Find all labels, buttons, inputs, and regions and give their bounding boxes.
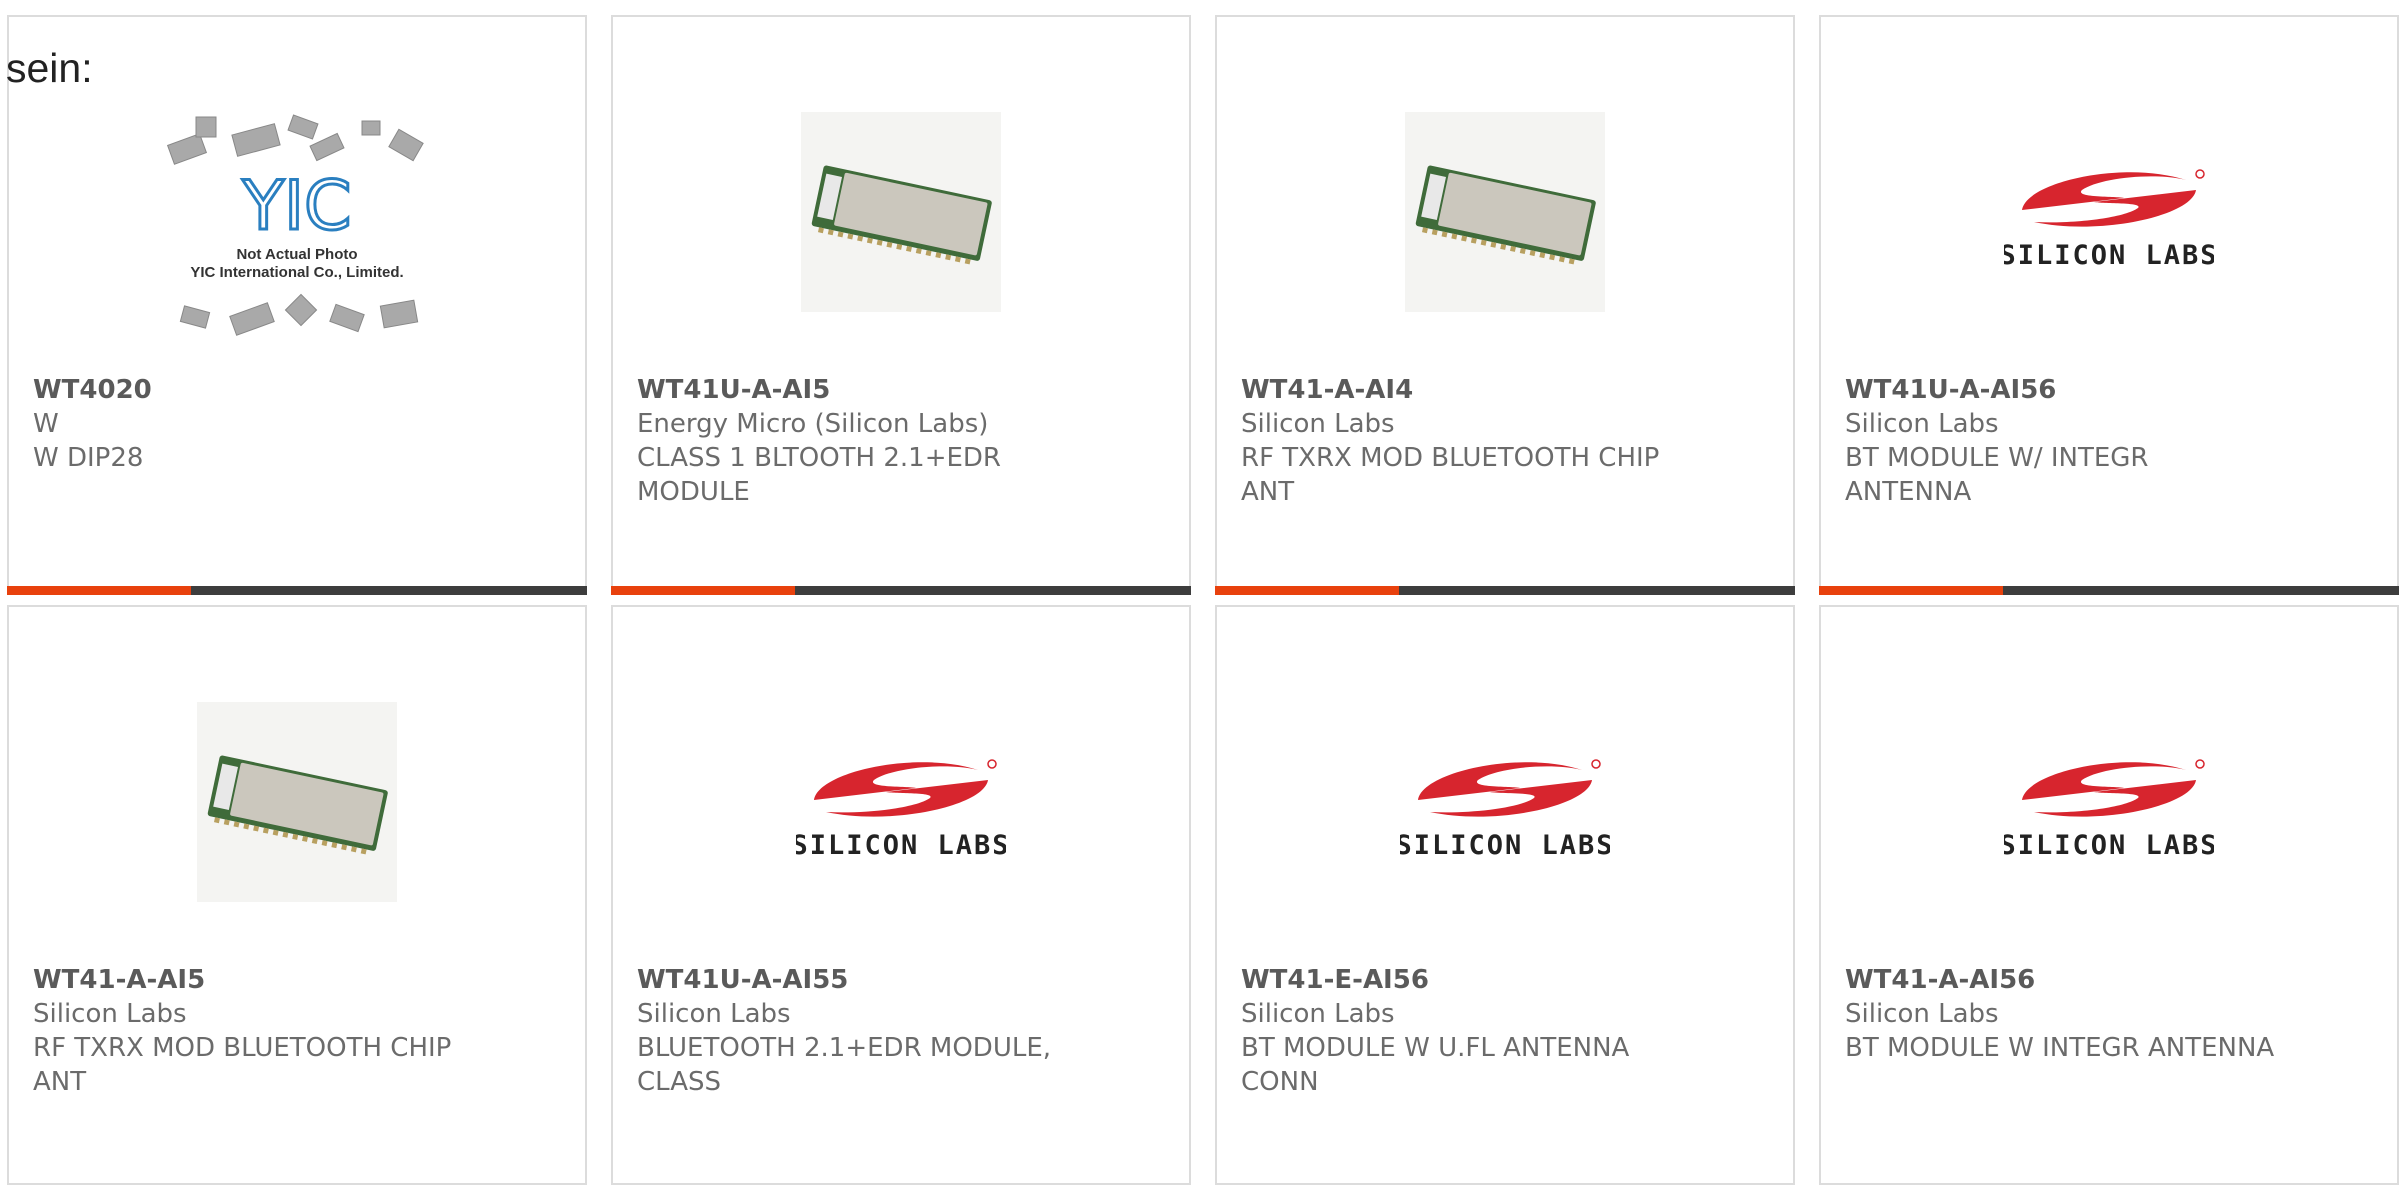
description-line: ANTENNA [1845,477,1972,507]
description-line: BT MODULE W INTEGR ANTENNA [1845,1033,2275,1063]
silicon-labs-logo: SILICON LABS [2004,759,2214,861]
product-image[interactable] [9,687,585,917]
card-bottom-bar [1215,586,1795,595]
card-accent-bar [611,586,795,595]
part-number-link[interactable]: WT41U-A-AI55 [637,963,1067,997]
product-card[interactable]: WT41-A-AI5 Silicon Labs RF TXRX MOD BLUETO… [7,605,587,1185]
manufacturer: Silicon Labs [637,999,791,1029]
lead-text: sein: [6,45,93,91]
product-info: WT41U-A-AI56 Silicon Labs BT MODULE W/ INT… [1845,373,2275,509]
card-bottom-bar [7,586,587,595]
manufacturer: Silicon Labs [1241,409,1395,439]
silicon-labs-logo-text: SILICON LABS [2004,830,2214,861]
product-info: WT41-E-AI56 Silicon Labs BT MODULE W U.FL … [1241,963,1671,1099]
placeholder-caption: Not Actual Photo [236,246,357,263]
part-number-link[interactable]: WT41-E-AI56 [1241,963,1671,997]
yic-logo: YIC [241,167,351,246]
module-photo [1405,112,1605,312]
description-line: BT MODULE W U.FL ANTENNA [1241,1033,1630,1063]
description-line: ANT [33,1067,87,1097]
product-card[interactable]: WT41-A-AI4 Silicon Labs RF TXRX MOD BLUETO… [1215,15,1795,595]
silicon-labs-logo: SILICON LABS [796,759,1006,861]
product-card[interactable]: SILICON LABS WT41-A-AI56 Silicon Labs BT MO… [1819,605,2399,1185]
card-accent-bar [1215,586,1399,595]
part-number-link[interactable]: WT41U-A-AI5 [637,373,1067,407]
module-photo [801,112,1001,312]
card-accent-bar [1819,586,2003,595]
description-line: RF TXRX MOD BLUETOOTH CHIP [33,1033,452,1063]
product-card[interactable]: SILICON LABS WT41U-A-AI55 Silicon Labs BLUE… [611,605,1191,1185]
manufacturer: Silicon Labs [1845,999,1999,1029]
part-number-link[interactable]: WT41-A-AI4 [1241,373,1671,407]
placeholder-image: YICNot Actual PhotoYIC International Co.… [166,114,424,336]
product-image[interactable] [1217,97,1793,327]
product-info: WT41U-A-AI55 Silicon Labs BLUETOOTH 2.1+ED… [637,963,1067,1099]
placeholder-caption: YIC International Co., Limited. [190,264,403,281]
silicon-labs-logo: SILICON LABS [2004,169,2214,271]
product-card[interactable]: YIC Not Actual Photo YIC International Co.… [7,15,587,595]
manufacturer: Silicon Labs [33,999,187,1029]
description-line: CLASS 1 BLTOOTH 2.1+EDR [637,443,1001,473]
product-image[interactable] [613,97,1189,327]
manufacturer: Silicon Labs [1241,999,1395,1029]
description-line: BT MODULE W/ INTEGR [1845,443,2149,473]
manufacturer: Silicon Labs [1845,409,1999,439]
manufacturer: Energy Micro (Silicon Labs) [637,409,989,439]
product-info: WT41U-A-AI5 Energy Micro (Silicon Labs) CL… [637,373,1067,509]
product-card[interactable]: WT41U-A-AI5 Energy Micro (Silicon Labs) CL… [611,15,1191,595]
product-info: WT41-A-AI4 Silicon Labs RF TXRX MOD BLUETO… [1241,373,1671,509]
part-number-link[interactable]: WT41-A-AI56 [1845,963,2275,997]
description-line: CLASS [637,1067,722,1097]
part-number-link[interactable]: WT41-A-AI5 [33,963,463,997]
product-image[interactable]: SILICON LABS [1821,687,2397,917]
silicon-labs-logo: SILICON LABS [1400,759,1610,861]
card-bottom-bar [1819,586,2399,595]
product-info: WT4020 W W DIP28 [33,373,463,475]
manufacturer: W [33,409,59,439]
product-image[interactable]: YIC Not Actual Photo YIC International Co.… [9,99,585,359]
product-info: WT41-A-AI5 Silicon Labs RF TXRX MOD BLUETO… [33,963,463,1099]
product-image[interactable]: SILICON LABS [1821,97,2397,327]
card-bottom-bar [611,586,1191,595]
part-number-link[interactable]: WT41U-A-AI56 [1845,373,2275,407]
product-image[interactable]: SILICON LABS [613,687,1189,917]
silicon-labs-logo-text: SILICON LABS [1400,830,1610,861]
silicon-labs-logo-text: SILICON LABS [796,830,1006,861]
description-line: MODULE [637,477,750,507]
product-card[interactable]: SILICON LABS WT41U-A-AI56 Silicon Labs BT M… [1819,15,2399,595]
silicon-labs-logo-text: SILICON LABS [2004,240,2214,271]
description-line: BLUETOOTH 2.1+EDR MODULE, [637,1033,1052,1063]
description-line: CONN [1241,1067,1319,1097]
product-info: WT41-A-AI56 Silicon Labs BT MODULE W INTEG… [1845,963,2275,1065]
product-card[interactable]: SILICON LABS WT41-E-AI56 Silicon Labs BT MO… [1215,605,1795,1185]
description-line: RF TXRX MOD BLUETOOTH CHIP [1241,443,1660,473]
part-number-link[interactable]: WT4020 [33,373,463,407]
module-photo [197,702,397,902]
product-image[interactable]: SILICON LABS [1217,687,1793,917]
description-line: ANT [1241,477,1295,507]
description-line: W DIP28 [33,443,144,473]
card-accent-bar [7,586,191,595]
